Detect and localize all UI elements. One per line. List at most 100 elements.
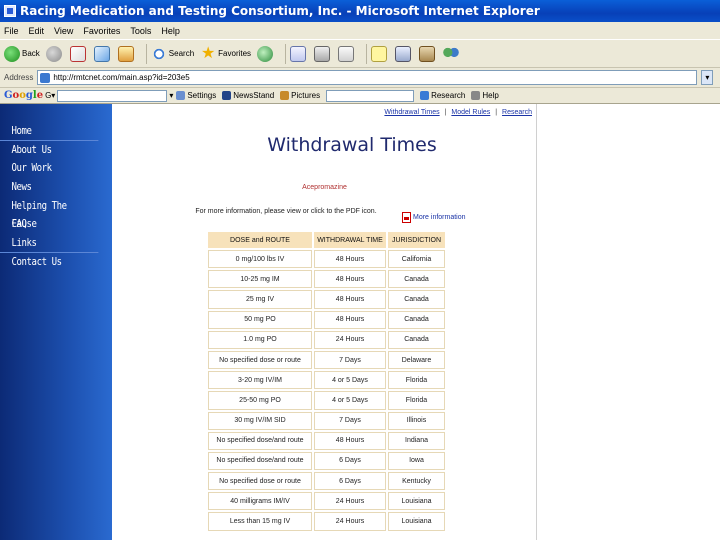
cell-jurisdiction: Canada xyxy=(388,270,445,289)
drug-name: Acepromazine xyxy=(302,184,347,191)
cell-withdrawal-time: 24 Hours xyxy=(314,512,386,531)
refresh-button[interactable] xyxy=(93,45,112,62)
mail-button[interactable] xyxy=(290,45,308,62)
search-icon xyxy=(150,45,167,62)
sidebar-item-news[interactable]: News xyxy=(0,178,92,197)
withdrawal-times-table: DOSE and ROUTE WITHDRAWAL TIME JURISDICT… xyxy=(206,230,447,533)
favorites-button[interactable]: ★ Favorites xyxy=(200,45,252,62)
back-label: Back xyxy=(22,49,40,58)
toolbar-separator xyxy=(145,43,147,64)
cell-dose-route: No specified dose or route xyxy=(208,472,312,491)
forward-button[interactable] xyxy=(45,45,64,62)
cell-jurisdiction: Canada xyxy=(388,310,445,329)
sidebar-item-our-work[interactable]: Our Work xyxy=(0,159,92,178)
ie-window-icon xyxy=(4,5,16,17)
toolbar-help-label: Help xyxy=(482,91,499,100)
sidebar-item-about-us[interactable]: About Us xyxy=(0,141,92,160)
cell-dose-route: Less than 15 mg IV xyxy=(208,512,312,531)
edit-icon xyxy=(338,45,355,62)
research-search-input[interactable] xyxy=(326,89,415,102)
google-settings-button[interactable]: Settings xyxy=(176,91,216,100)
favorites-label: Favorites xyxy=(218,49,252,58)
research-search-icon xyxy=(420,91,430,100)
address-url: http://rmtcnet.com/main.asp?id=203e5 xyxy=(53,73,190,82)
menu-help[interactable]: Help xyxy=(161,26,180,36)
cell-withdrawal-time: 6 Days xyxy=(314,472,386,491)
page-title: Withdrawal Times xyxy=(267,134,437,156)
cell-dose-route: 3-20 mg IV/IM xyxy=(208,371,312,390)
table-row: 50 mg PO 48 Hours Canada xyxy=(208,310,445,329)
cell-jurisdiction: Kentucky xyxy=(388,472,445,491)
table-row: 30 mg IV/IM SID 7 Days Illinois xyxy=(208,411,445,430)
toolbar-help-button[interactable]: Help xyxy=(471,91,499,100)
header-jurisdiction: JURISDICTION xyxy=(388,232,445,248)
note-icon xyxy=(371,45,388,62)
cell-withdrawal-time: 48 Hours xyxy=(314,250,386,269)
pdf-more-information-link[interactable]: More information xyxy=(402,212,466,223)
stop-button[interactable] xyxy=(69,45,88,62)
menu-view[interactable]: View xyxy=(54,26,73,36)
research-toolbar-button[interactable]: Research xyxy=(420,91,465,100)
menu-file[interactable]: File xyxy=(4,26,19,36)
cell-withdrawal-time: 7 Days xyxy=(314,350,386,370)
cell-jurisdiction: Florida xyxy=(388,391,445,410)
google-dropdown-icon[interactable]: G▾ xyxy=(45,91,55,100)
table-row: 25 mg IV 48 Hours Canada xyxy=(208,290,445,309)
pdf-icon xyxy=(402,212,411,223)
table-row: No specified dose/and route 6 Days Iowa xyxy=(208,451,445,471)
google-logo[interactable]: Google xyxy=(4,90,43,101)
menu-tools[interactable]: Tools xyxy=(130,26,151,36)
cell-dose-route: No specified dose/and route xyxy=(208,451,312,471)
toplink-withdrawal-times[interactable]: Withdrawal Times xyxy=(384,109,439,116)
back-button[interactable]: Back xyxy=(4,45,40,62)
cell-withdrawal-time: 7 Days xyxy=(314,411,386,430)
sidebar-item-faq[interactable]: FAQ xyxy=(0,215,92,234)
newsstand-icon xyxy=(222,91,232,100)
cell-dose-route: 0 mg/100 lbs IV xyxy=(208,250,312,269)
toplink-research[interactable]: Research xyxy=(502,109,532,116)
cell-jurisdiction: California xyxy=(388,250,445,269)
intro-text: For more information, please view or cli… xyxy=(195,208,377,215)
table-body: 0 mg/100 lbs IV 48 Hours California 10-25 m… xyxy=(208,250,445,531)
table-row: 3-20 mg IV/IM 4 or 5 Days Florida xyxy=(208,371,445,390)
cell-withdrawal-time: 48 Hours xyxy=(314,270,386,289)
media-button[interactable] xyxy=(257,45,275,62)
pictures-button[interactable]: Pictures xyxy=(280,91,320,100)
contacts-button[interactable] xyxy=(443,45,461,62)
messenger-button[interactable] xyxy=(395,45,413,62)
cell-dose-route: No specified dose or route xyxy=(208,350,312,370)
browser-viewport: Home About Us Our Work News Helping The … xyxy=(0,104,720,540)
help-icon xyxy=(471,91,481,100)
cell-withdrawal-time: 48 Hours xyxy=(314,431,386,450)
page-icon xyxy=(40,72,51,83)
pictures-label: Pictures xyxy=(291,91,321,100)
cell-withdrawal-time: 6 Days xyxy=(314,451,386,471)
sidebar-item-helping-the-cause[interactable]: Helping The Cause xyxy=(0,197,92,230)
edit-button[interactable] xyxy=(338,45,356,62)
google-search-input[interactable] xyxy=(57,89,168,102)
sidebar-item-home[interactable]: Home xyxy=(0,122,99,141)
search-button[interactable]: Search xyxy=(150,45,194,62)
table-row: No specified dose or route 7 Days Delaware xyxy=(208,350,445,370)
home-button[interactable] xyxy=(117,45,136,62)
research-button[interactable] xyxy=(419,45,437,62)
sidebar-item-links[interactable]: Links xyxy=(0,234,99,253)
google-search-dropdown-icon[interactable]: ▾ xyxy=(169,91,173,100)
newsstand-button[interactable]: NewsStand xyxy=(222,91,274,100)
address-input[interactable]: http://rmtcnet.com/main.asp?id=203e5 xyxy=(37,70,698,85)
sidebar-item-contact-us[interactable]: Contact Us xyxy=(0,253,92,272)
table-row: 0 mg/100 lbs IV 48 Hours California xyxy=(208,250,445,269)
cell-dose-route: 25 mg IV xyxy=(208,290,312,309)
print-button[interactable] xyxy=(314,45,332,62)
window-title-bar[interactable]: Racing Medication and Testing Consortium… xyxy=(0,0,720,22)
globe-icon xyxy=(257,45,274,62)
toplink-model-rules[interactable]: Model Rules xyxy=(451,109,490,116)
table-row: 10-25 mg IM 48 Hours Canada xyxy=(208,270,445,289)
notes-button[interactable] xyxy=(371,45,389,62)
cell-dose-route: 10-25 mg IM xyxy=(208,270,312,289)
address-dropdown-button[interactable]: ▾ xyxy=(701,70,714,85)
menu-edit[interactable]: Edit xyxy=(29,26,45,36)
menu-favorites[interactable]: Favorites xyxy=(83,26,120,36)
menu-bar: File Edit View Favorites Tools Help xyxy=(0,22,720,40)
cell-withdrawal-time: 4 or 5 Days xyxy=(314,391,386,410)
